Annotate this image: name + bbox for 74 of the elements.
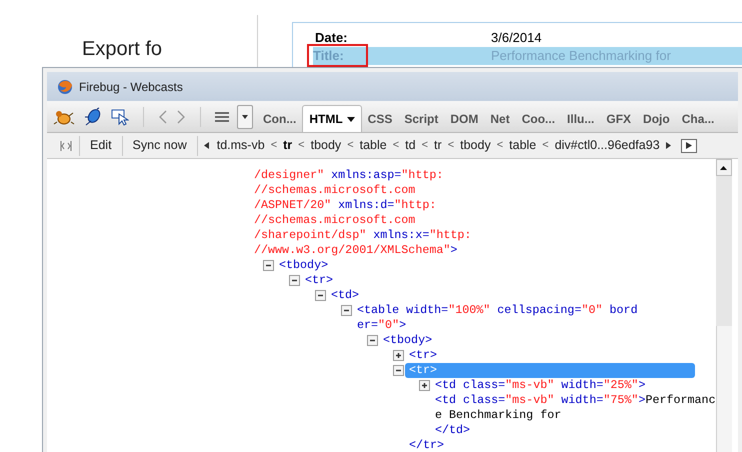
panel-tab[interactable]: Net (484, 105, 516, 132)
breadcrumb-separator: < (542, 138, 549, 154)
breadcrumb[interactable]: tr (434, 136, 442, 155)
play-icon (686, 142, 692, 149)
collapse-toggle-icon[interactable] (367, 335, 378, 346)
tree-node[interactable]: <tbody> (383, 333, 432, 348)
bug-icon[interactable] (83, 107, 103, 127)
dropdown-button[interactable] (237, 105, 253, 129)
menu-icon[interactable] (215, 111, 229, 123)
tree-node[interactable]: <table width="100%" cellspacing="0" bord er="0"> (357, 303, 638, 333)
collapse-toggle-icon[interactable] (315, 290, 326, 301)
code-line: /sharepoint/dsp" xmlns:x="http: (254, 228, 472, 243)
caret-icon (242, 115, 248, 119)
split-panel-icon[interactable] (59, 138, 73, 152)
field-label: Date: (315, 30, 348, 45)
panel-tab[interactable]: Coo... (516, 105, 562, 132)
panel-tab[interactable]: GFX (600, 105, 638, 132)
tree-node[interactable]: <tr> (305, 273, 334, 288)
breadcrumb-separator: < (496, 138, 504, 154)
tree-node[interactable]: <td class="ms-vb" width="75%">Performanc e Benchmarking for </td> (435, 393, 716, 438)
breadcrumb[interactable]: div#ctl0...96edfa93 (554, 136, 660, 155)
bug-icon[interactable] (53, 108, 75, 126)
tree-node[interactable]: <tbody> (279, 258, 328, 273)
scroll-right-icon[interactable] (666, 142, 671, 149)
edit-button[interactable]: Edit (86, 136, 116, 155)
expand-toggle-icon[interactable] (419, 380, 430, 391)
panel-tab[interactable]: Cha... (676, 105, 720, 132)
panel-tab[interactable]: Dojo (637, 105, 676, 132)
scroll-up-button[interactable] (716, 159, 732, 176)
breadcrumb-separator: < (270, 138, 278, 154)
code-line: </tr> (409, 438, 446, 452)
breadcrumb-separator: < (448, 138, 454, 154)
breadcrumb-separator: < (422, 138, 428, 154)
breadcrumb-separator: < (392, 138, 400, 154)
scrollbar[interactable] (716, 159, 732, 452)
page-heading: Export fo (82, 37, 162, 61)
tree-node[interactable]: <tr> (409, 348, 438, 363)
globe-fox-icon (57, 78, 73, 94)
up-arrow-icon (720, 166, 728, 170)
scroll-left-icon[interactable] (204, 142, 209, 149)
caret-icon (346, 116, 355, 122)
breadcrumb[interactable]: td (405, 136, 416, 155)
inspect-pointer-icon[interactable] (111, 108, 129, 126)
code-line: //www.w3.org/2001/XMLSchema"> (254, 243, 458, 258)
collapse-toggle-icon[interactable] (341, 305, 352, 316)
code-line: //schemas.microsoft.com (254, 183, 416, 198)
collapse-toggle-icon[interactable] (289, 275, 300, 286)
field-value: 3/6/2014 (491, 29, 542, 48)
panel-tab[interactable]: Illu... (561, 105, 600, 132)
panel-tab[interactable]: CSS (362, 105, 398, 132)
panel-tab[interactable]: Script (398, 105, 444, 132)
breadcrumb[interactable]: table (509, 136, 536, 155)
scroll-thumb[interactable] (716, 326, 732, 452)
breadcrumb[interactable]: tbody (460, 136, 491, 155)
panel-tab[interactable]: DOM (444, 105, 484, 132)
breadcrumb-separator: < (298, 138, 305, 154)
sync-button[interactable]: Sync now (128, 136, 191, 155)
panel-tab[interactable]: HTML (302, 105, 362, 132)
tree-node[interactable]: <td> (331, 288, 360, 303)
breadcrumb[interactable]: table (360, 136, 387, 155)
breadcrumb-separator: < (347, 138, 354, 154)
breadcrumb[interactable]: td.ms-vb (216, 136, 265, 155)
collapse-toggle-icon[interactable] (263, 260, 274, 271)
breadcrumb[interactable]: tbody (310, 136, 342, 155)
code-line: /designer" xmlns:asp="http: (254, 168, 444, 183)
tree-node[interactable]: <td class="ms-vb" width="25%"> (435, 378, 646, 393)
expand-toggle-icon[interactable] (393, 350, 404, 361)
code-line: //schemas.microsoft.com (254, 213, 416, 228)
collapse-toggle-icon[interactable] (393, 365, 404, 376)
breadcrumb[interactable]: tr (283, 136, 292, 155)
panel-tab[interactable]: Con... (257, 105, 302, 132)
code-line: /ASPNET/20" xmlns:d="http: (254, 198, 438, 213)
side-panel-toggle[interactable] (680, 138, 697, 152)
window-title: Firebug - Webcasts (79, 78, 183, 96)
